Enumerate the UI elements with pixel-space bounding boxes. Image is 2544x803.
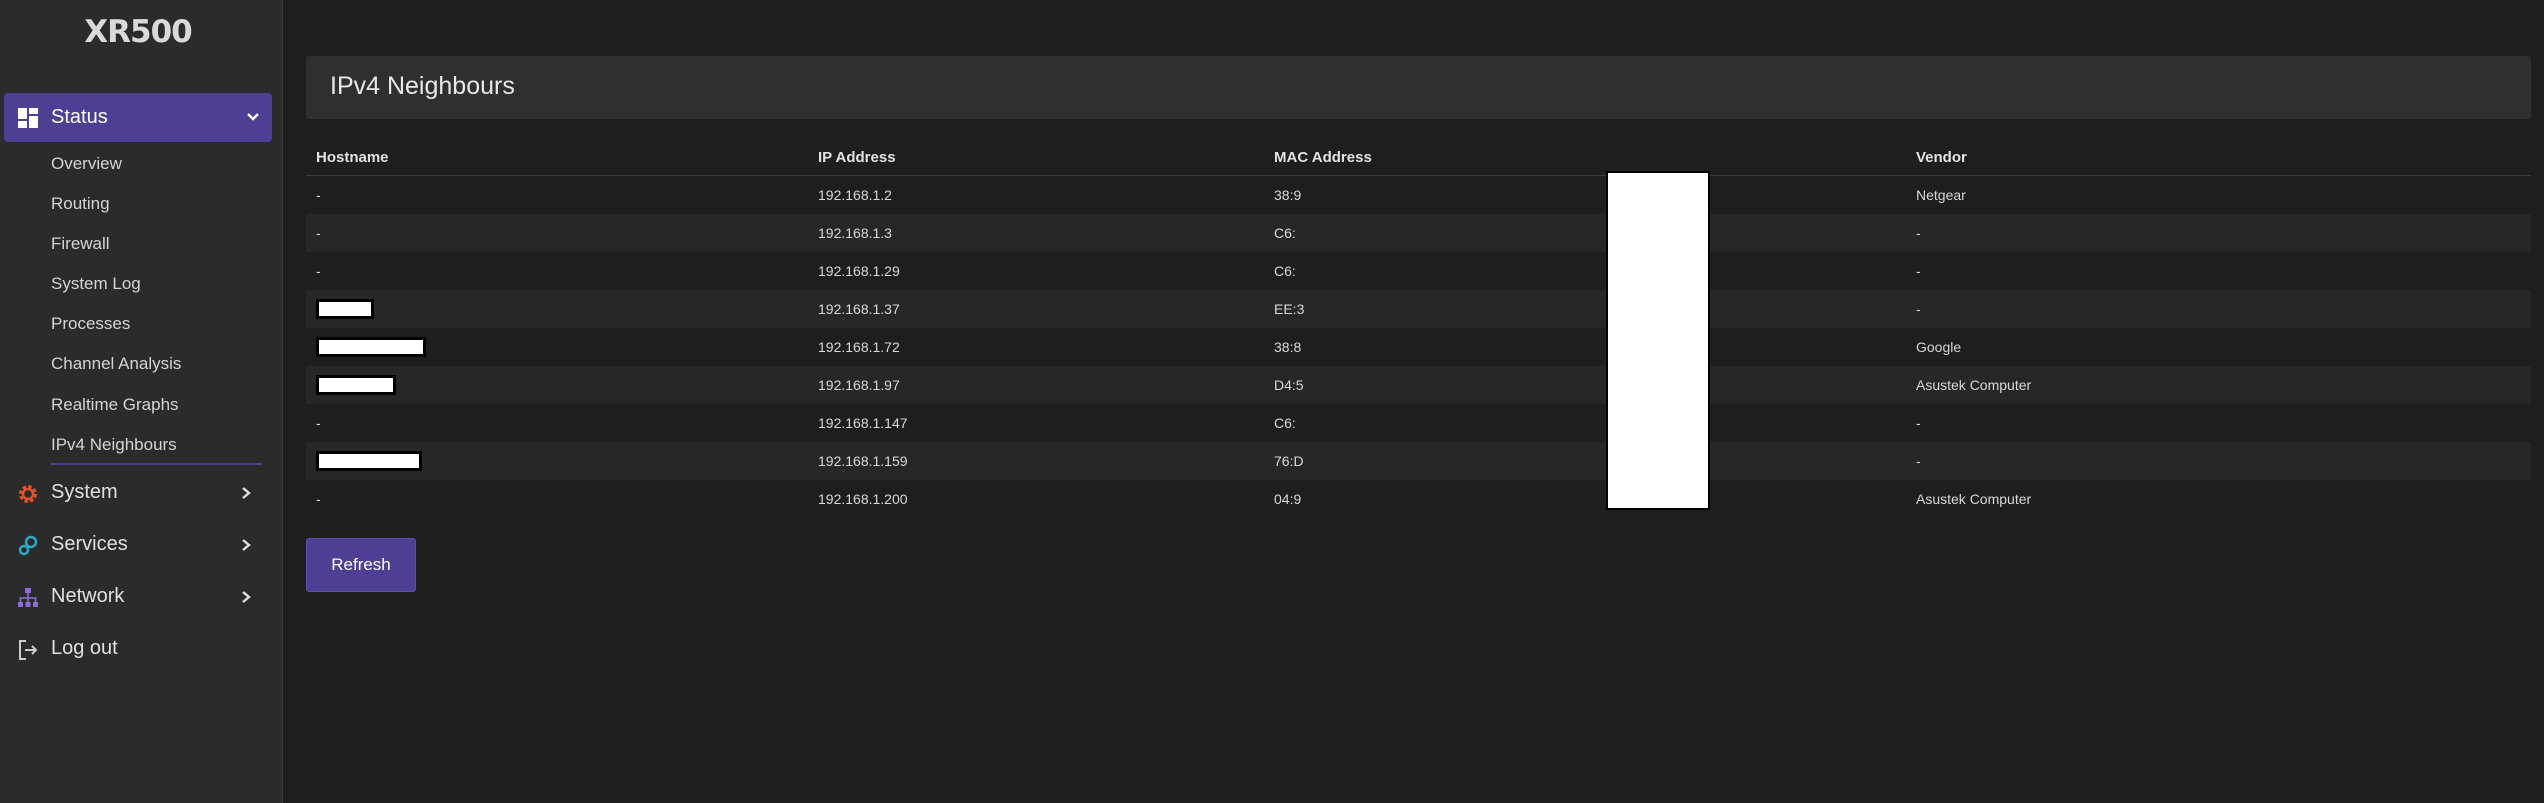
cell-vendor: Google xyxy=(1916,339,1962,355)
cell-hostname: - xyxy=(316,415,321,431)
column-header-mac-address: MAC Address xyxy=(1264,139,1906,176)
cell-vendor: - xyxy=(1916,415,1921,431)
sidebar-subitem-overview[interactable]: Overview xyxy=(51,154,122,174)
redaction-box xyxy=(316,299,374,319)
cell-vendor: Asustek Computer xyxy=(1916,491,2032,507)
cell-mac: 04:9 xyxy=(1274,491,1302,507)
cell-mac: 38:8 xyxy=(1274,339,1302,355)
table-row: 192.168.1.159 76:D - xyxy=(306,442,2531,480)
cell-mac: 38:9 xyxy=(1274,187,1302,203)
dashboard-icon xyxy=(18,108,38,133)
column-header-hostname: Hostname xyxy=(306,139,808,176)
cell-hostname: - xyxy=(316,187,321,203)
cell-hostname: - xyxy=(316,263,321,279)
cell-vendor: - xyxy=(1916,263,1921,279)
cell-mac: C6: xyxy=(1274,415,1296,431)
cell-mac: 76:D xyxy=(1274,453,1304,469)
table-header-row: Hostname IP Address MAC Address Vendor xyxy=(306,139,2531,176)
cell-ip: 192.168.1.97 xyxy=(818,377,900,393)
refresh-button[interactable]: Refresh xyxy=(306,538,416,592)
table-row: - 192.168.1.29 C6: - xyxy=(306,252,2531,290)
sidebar-item-label: System xyxy=(51,481,118,503)
sidebar-item-status[interactable]: Status xyxy=(4,93,272,142)
sidebar-subitem-ipv4-neighbours[interactable]: IPv4 Neighbours xyxy=(51,435,177,455)
cell-vendor: - xyxy=(1916,453,1921,469)
neighbours-table: Hostname IP Address MAC Address Vendor -… xyxy=(306,139,2531,518)
cell-ip: 192.168.1.200 xyxy=(818,491,908,507)
cell-hostname xyxy=(306,442,808,480)
cell-hostname xyxy=(306,290,808,328)
redaction-box xyxy=(316,375,396,395)
chevron-right-icon xyxy=(240,590,252,609)
table-row: - 192.168.1.147 C6: - xyxy=(306,404,2531,442)
table-row: 192.168.1.72 38:8 Google xyxy=(306,328,2531,366)
chevron-right-icon xyxy=(240,486,252,505)
column-header-ip-address: IP Address xyxy=(808,139,1264,176)
sidebar-item-label: Network xyxy=(51,585,125,607)
page-header: IPv4 Neighbours xyxy=(306,56,2531,119)
sidebar-item-label: Status xyxy=(51,106,108,128)
column-header-vendor: Vendor xyxy=(1906,139,2531,176)
redaction-box xyxy=(316,337,426,357)
table-row: - 192.168.1.2 38:9 Netgear xyxy=(306,176,2531,215)
cell-mac: C6: xyxy=(1274,225,1296,241)
cell-ip: 192.168.1.29 xyxy=(818,263,900,279)
sidebar: XR500 Status Overview Routing Firewall S… xyxy=(0,0,283,803)
cell-hostname xyxy=(306,328,808,366)
gear-icon xyxy=(17,483,39,510)
sidebar-subitem-processes[interactable]: Processes xyxy=(51,314,130,334)
cell-ip: 192.168.1.3 xyxy=(818,225,892,241)
mac-redaction-box xyxy=(1606,171,1710,510)
cell-hostname xyxy=(306,366,808,404)
cell-hostname: - xyxy=(316,491,321,507)
cell-vendor: - xyxy=(1916,225,1921,241)
sidebar-item-label: Services xyxy=(51,533,128,555)
table-row: 192.168.1.97 D4:5 Asustek Computer xyxy=(306,366,2531,404)
chevron-right-icon xyxy=(240,538,252,557)
cell-ip: 192.168.1.159 xyxy=(818,453,908,469)
sidebar-item-label: Log out xyxy=(51,637,118,659)
cell-mac: EE:3 xyxy=(1274,301,1305,317)
logout-icon xyxy=(17,639,39,666)
network-icon xyxy=(17,587,39,614)
sidebar-subitem-system-log[interactable]: System Log xyxy=(51,274,141,294)
cell-ip: 192.168.1.72 xyxy=(818,339,900,355)
sidebar-item-system[interactable]: System xyxy=(0,473,276,513)
cell-ip: 192.168.1.37 xyxy=(818,301,900,317)
sidebar-subitem-routing[interactable]: Routing xyxy=(51,194,110,214)
table-row: - 192.168.1.3 C6: - xyxy=(306,214,2531,252)
sidebar-subitem-channel-analysis[interactable]: Channel Analysis xyxy=(51,354,181,374)
cell-hostname: - xyxy=(316,225,321,241)
cell-ip: 192.168.1.2 xyxy=(818,187,892,203)
table-row: - 192.168.1.200 04:9 Asustek Computer xyxy=(306,480,2531,518)
cell-mac: C6: xyxy=(1274,263,1296,279)
sidebar-item-services[interactable]: Services xyxy=(0,525,276,565)
page-title: IPv4 Neighbours xyxy=(330,72,515,100)
sidebar-item-network[interactable]: Network xyxy=(0,577,276,617)
cogs-icon xyxy=(17,535,39,562)
active-indicator xyxy=(51,463,262,465)
sidebar-subitem-realtime-graphs[interactable]: Realtime Graphs xyxy=(51,395,179,415)
table-row: 192.168.1.37 EE:3 - xyxy=(306,290,2531,328)
chevron-down-icon xyxy=(246,110,260,129)
sidebar-subitem-firewall[interactable]: Firewall xyxy=(51,234,110,254)
sidebar-item-logout[interactable]: Log out xyxy=(0,629,276,669)
redaction-box xyxy=(316,451,422,471)
cell-ip: 192.168.1.147 xyxy=(818,415,908,431)
cell-mac: D4:5 xyxy=(1274,377,1304,393)
cell-vendor: - xyxy=(1916,301,1921,317)
cell-vendor: Netgear xyxy=(1916,187,1966,203)
cell-vendor: Asustek Computer xyxy=(1916,377,2032,393)
app-logo: XR500 xyxy=(84,14,192,50)
